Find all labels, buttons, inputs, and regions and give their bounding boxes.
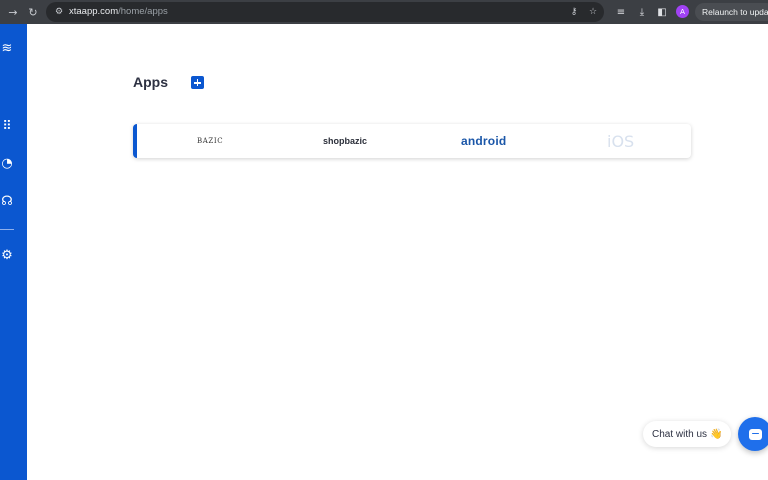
download-icon[interactable]: ⤓ (635, 5, 649, 19)
url-path: /home/apps (118, 6, 168, 17)
bookmark-star-icon[interactable]: ☆ (587, 6, 599, 18)
apps-card: BAZIC shopbazic android iOS (133, 124, 691, 158)
logo-icon[interactable]: ≋ (0, 40, 14, 56)
chat-prompt-text: Chat with us (652, 428, 708, 440)
main-content: Apps BAZIC shopbazic android iOS (27, 24, 768, 480)
apps-grid-icon[interactable]: ⠿ (0, 118, 14, 134)
chat-prompt-bubble[interactable]: Chat with us 👋 (643, 421, 731, 447)
settings-gear-icon[interactable]: ⚙ (0, 247, 14, 263)
app-logo-bazic[interactable]: BAZIC (197, 124, 223, 158)
app-logo-android[interactable]: android (461, 124, 506, 158)
app-logo-ios[interactable]: iOS (607, 124, 634, 158)
address-bar[interactable]: ⚙ xtaapp.com/home/apps ⚷ ☆ (46, 2, 604, 22)
relaunch-button[interactable]: Relaunch to update (695, 3, 768, 21)
extension-icon[interactable]: ≡ (614, 5, 628, 19)
chat-launcher-button[interactable] (738, 417, 768, 451)
history-icon[interactable]: ◔ (0, 155, 14, 171)
sidebar-divider (0, 229, 14, 230)
browser-toolbar: → ↻ ⚙ xtaapp.com/home/apps ⚷ ☆ ≡ ⤓ ◧ A R… (0, 0, 768, 24)
app-logo-shopbazic[interactable]: shopbazic (323, 124, 367, 158)
page-title: Apps (133, 74, 168, 90)
forward-icon[interactable]: → (6, 5, 20, 19)
wave-icon: 👋 (710, 428, 723, 440)
profile-avatar[interactable]: A (676, 5, 689, 18)
chat-icon (748, 428, 762, 440)
password-key-icon[interactable]: ⚷ (568, 6, 580, 18)
sidebar: ≋ ⠿ ◔ ☊ ⚙ (0, 24, 27, 480)
side-panel-icon[interactable]: ◧ (655, 5, 669, 19)
url-text[interactable]: xtaapp.com/home/apps (69, 6, 168, 17)
reload-icon[interactable]: ↻ (26, 5, 40, 19)
site-settings-icon[interactable]: ⚙ (53, 6, 65, 18)
url-host: xtaapp.com (69, 6, 119, 17)
add-app-button[interactable] (191, 76, 204, 89)
support-icon[interactable]: ☊ (0, 193, 14, 209)
